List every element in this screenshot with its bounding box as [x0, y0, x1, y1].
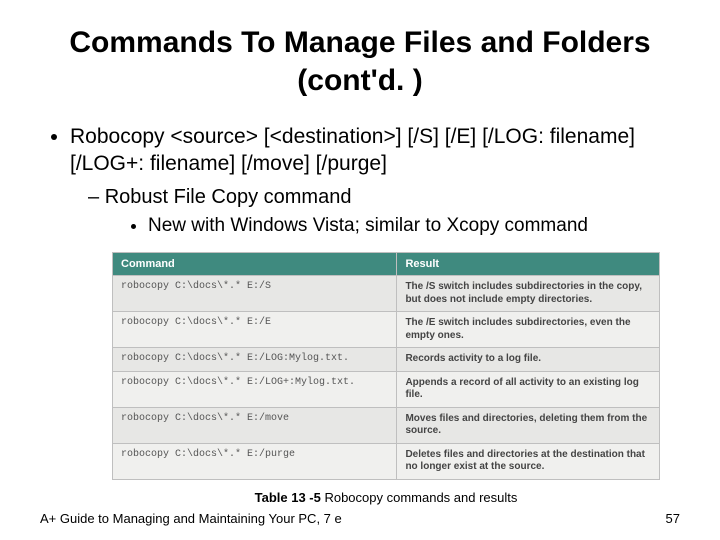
table-header-row: Command Result	[113, 253, 660, 276]
slide: Commands To Manage Files and Folders (co…	[0, 0, 720, 540]
bullet-main-text: Robocopy <source> [<destination>] [/S] […	[70, 125, 635, 175]
table-caption: Table 13 -5 Robocopy commands and result…	[112, 490, 660, 505]
bullet-sub1-text: Robust File Copy command	[105, 186, 352, 208]
cell-command: robocopy C:\docs\*.* E:/purge	[113, 443, 397, 479]
bullet-sub2: New with Windows Vista; similar to Xcopy…	[148, 214, 680, 239]
cell-command: robocopy C:\docs\*.* E:/LOG:Mylog.txt.	[113, 348, 397, 372]
table-row: robocopy C:\docs\*.* E:/LOG:Mylog.txt. R…	[113, 348, 660, 372]
bullet-sub1: Robust File Copy command New with Window…	[88, 184, 680, 239]
table-row: robocopy C:\docs\*.* E:/move Moves files…	[113, 407, 660, 443]
header-result: Result	[397, 253, 660, 276]
command-table: Command Result robocopy C:\docs\*.* E:/S…	[112, 252, 660, 480]
footer-page-number: 57	[666, 511, 680, 526]
header-command: Command	[113, 253, 397, 276]
cell-command: robocopy C:\docs\*.* E:/LOG+:Mylog.txt.	[113, 371, 397, 407]
cell-command: robocopy C:\docs\*.* E:/E	[113, 312, 397, 348]
cell-command: robocopy C:\docs\*.* E:/S	[113, 276, 397, 312]
bullet-sub1-list: Robust File Copy command New with Window…	[88, 184, 680, 239]
footer: A+ Guide to Managing and Maintaining You…	[40, 511, 680, 526]
cell-result: Moves files and directories, deleting th…	[397, 407, 660, 443]
table-row: robocopy C:\docs\*.* E:/S The /S switch …	[113, 276, 660, 312]
cell-result: Appends a record of all activity to an e…	[397, 371, 660, 407]
table-row: robocopy C:\docs\*.* E:/purge Deletes fi…	[113, 443, 660, 479]
table-row: robocopy C:\docs\*.* E:/E The /E switch …	[113, 312, 660, 348]
bullet-list: Robocopy <source> [<destination>] [/S] […	[48, 123, 680, 238]
cell-command: robocopy C:\docs\*.* E:/move	[113, 407, 397, 443]
bullet-sub2-list: New with Windows Vista; similar to Xcopy…	[128, 214, 680, 239]
cell-result: The /E switch includes subdirectories, e…	[397, 312, 660, 348]
command-table-wrap: Command Result robocopy C:\docs\*.* E:/S…	[112, 252, 660, 505]
caption-text: Robocopy commands and results	[321, 490, 518, 505]
table-row: robocopy C:\docs\*.* E:/LOG+:Mylog.txt. …	[113, 371, 660, 407]
cell-result: Deletes files and directories at the des…	[397, 443, 660, 479]
caption-label: Table 13 -5	[255, 490, 321, 505]
cell-result: The /S switch includes subdirectories in…	[397, 276, 660, 312]
slide-title: Commands To Manage Files and Folders (co…	[40, 24, 680, 99]
footer-left: A+ Guide to Managing and Maintaining You…	[40, 511, 342, 526]
cell-result: Records activity to a log file.	[397, 348, 660, 372]
bullet-main: Robocopy <source> [<destination>] [/S] […	[70, 123, 680, 238]
